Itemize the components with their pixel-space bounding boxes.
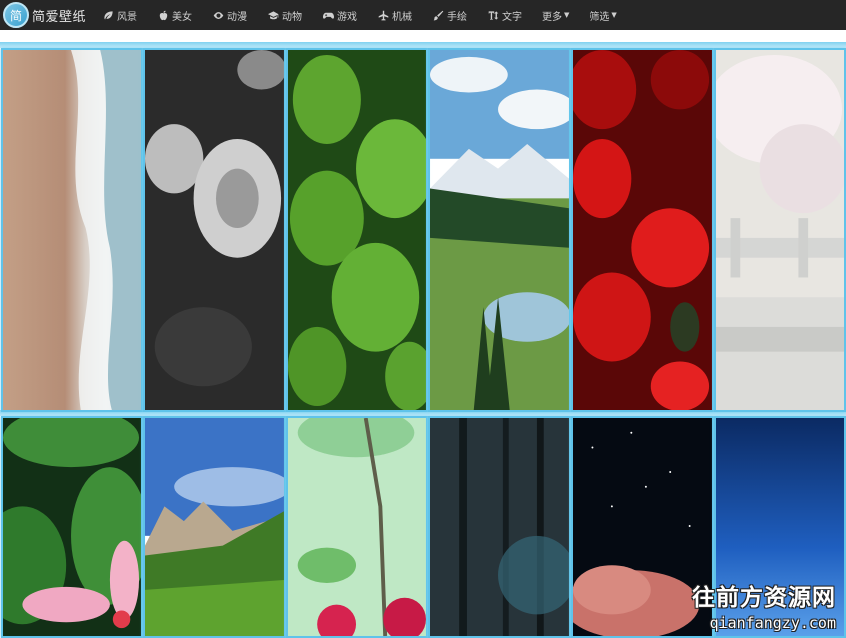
nav-filter-label: 筛选: [589, 11, 610, 23]
beach-waves-image: [3, 50, 141, 410]
nav-more-dropdown[interactable]: 更多 ▼: [542, 8, 569, 23]
wallpaper-tile[interactable]: [1, 48, 143, 412]
apple-icon: [157, 9, 169, 21]
logo-char: 简: [9, 8, 22, 23]
site-brand[interactable]: 简爱壁纸: [32, 6, 86, 25]
text-height-icon: [487, 9, 499, 21]
nav-filter-dropdown[interactable]: 筛选 ▼: [589, 8, 616, 23]
nav-label: 美女: [172, 11, 193, 23]
nav-item-handdrawn[interactable]: 手绘: [432, 8, 467, 23]
nav-item-scenery[interactable]: 风景: [102, 8, 137, 23]
wallpaper-tile[interactable]: [1, 416, 143, 638]
top-navbar: 简 简爱壁纸 风景 美女 动漫 动物 游戏 机械 手绘 文字 更多 ▼ 筛选 ▼: [0, 0, 846, 30]
nav-item-anime[interactable]: 动漫: [212, 8, 247, 23]
nav-more-label: 更多: [542, 11, 563, 23]
wallpaper-tile[interactable]: [428, 416, 571, 638]
nav-item-beauty[interactable]: 美女: [157, 8, 192, 23]
nav-label: 动物: [282, 11, 303, 23]
pink-flower-leaves-image: [3, 418, 141, 636]
wallpaper-tile[interactable]: [143, 416, 286, 638]
watermark-cn: 往前方资源网: [692, 585, 836, 611]
nav-item-mechanical[interactable]: 机械: [377, 8, 412, 23]
eye-icon: [212, 9, 224, 21]
nav-label: 风景: [117, 11, 138, 23]
cherry-blossom-railing-image: [716, 50, 844, 410]
caret-down-icon: ▼: [611, 11, 617, 19]
nav-label: 手绘: [447, 11, 468, 23]
brush-icon: [432, 9, 444, 21]
wallpaper-tile[interactable]: [286, 48, 428, 412]
nav-label: 动漫: [227, 11, 248, 23]
dark-forest-image: [430, 418, 569, 636]
nav-label: 文字: [502, 11, 523, 23]
red-roses-image: [573, 50, 712, 410]
site-logo[interactable]: 简: [3, 2, 29, 28]
gamepad-icon: [322, 9, 334, 21]
plane-icon: [377, 9, 389, 21]
nav-label: 机械: [392, 11, 413, 23]
site-watermark: 往前方资源网 qianfangzy.com: [692, 578, 836, 632]
graduation-cap-icon: [267, 9, 279, 21]
nav-item-animals[interactable]: 动物: [267, 8, 302, 23]
wallpaper-tile[interactable]: [143, 48, 286, 412]
red-berries-branch-image: [288, 418, 426, 636]
grayscale-flowers-image: [145, 50, 284, 410]
mountain-lake-forest-image: [430, 50, 569, 410]
wallpaper-tile[interactable]: [428, 48, 571, 412]
caret-down-icon: ▼: [564, 11, 570, 19]
wallpaper-tile[interactable]: [714, 48, 846, 412]
nav-item-games[interactable]: 游戏: [322, 8, 357, 23]
green-nettle-leaves-image: [288, 50, 426, 410]
wallpaper-grid: 往前方资源网 qianfangzy.com: [0, 30, 846, 638]
alpine-valley-image: [145, 418, 284, 636]
nav-item-text[interactable]: 文字: [487, 8, 522, 23]
wallpaper-tile[interactable]: [571, 48, 714, 412]
watermark-en: qianfangzy.com: [709, 614, 836, 632]
nav-label: 游戏: [337, 11, 358, 23]
wallpaper-tile[interactable]: [286, 416, 428, 638]
leaf-icon: [102, 9, 114, 21]
